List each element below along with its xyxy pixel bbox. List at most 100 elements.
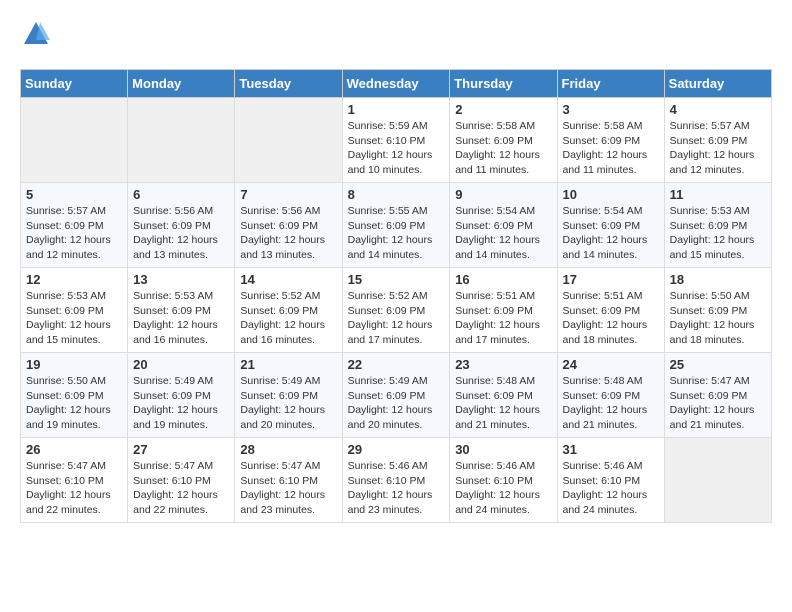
calendar-cell: 8 Sunrise: 5:55 AMSunset: 6:09 PMDaylight… (342, 183, 450, 268)
calendar-cell: 10Sunrise: 5:54 AMSunset: 6:09 PMDayligh… (557, 183, 664, 268)
weekday-label: Friday (557, 70, 664, 98)
calendar-cell: 12Sunrise: 5:53 AMSunset: 6:09 PMDayligh… (21, 268, 128, 353)
day-number: 30 (455, 442, 551, 457)
day-info: Sunrise: 5:57 AMSunset: 6:09 PMDaylight:… (670, 119, 766, 178)
day-number: 8 (348, 187, 445, 202)
calendar-cell: 30Sunrise: 5:46 AMSunset: 6:10 PMDayligh… (450, 438, 557, 523)
day-info: Sunrise: 5:47 AMSunset: 6:10 PMDaylight:… (133, 459, 229, 518)
logo (20, 20, 50, 53)
calendar-cell: 18Sunrise: 5:50 AMSunset: 6:09 PMDayligh… (664, 268, 771, 353)
day-info: Sunrise: 5:53 AMSunset: 6:09 PMDaylight:… (133, 289, 229, 348)
weekday-label: Tuesday (235, 70, 342, 98)
logo-icon (22, 20, 50, 48)
day-number: 25 (670, 357, 766, 372)
calendar-cell: 28 Sunrise: 5:47 AMSunset: 6:10 PMDayligh… (235, 438, 342, 523)
day-info: Sunrise: 5:54 AMSunset: 6:09 PMDaylight:… (455, 204, 551, 263)
day-number: 27 (133, 442, 229, 457)
calendar-week-row: 12Sunrise: 5:53 AMSunset: 6:09 PMDayligh… (21, 268, 772, 353)
calendar-cell: 13 Sunrise: 5:53 AMSunset: 6:09 PMDayligh… (128, 268, 235, 353)
day-number: 7 (240, 187, 336, 202)
calendar-cell: 22 Sunrise: 5:49 AMSunset: 6:09 PMDayligh… (342, 353, 450, 438)
day-info: Sunrise: 5:49 AMSunset: 6:09 PMDaylight:… (348, 374, 445, 433)
calendar-cell: 26Sunrise: 5:47 AMSunset: 6:10 PMDayligh… (21, 438, 128, 523)
day-info: Sunrise: 5:51 AMSunset: 6:09 PMDaylight:… (455, 289, 551, 348)
page-header (20, 20, 772, 53)
calendar-cell: 17Sunrise: 5:51 AMSunset: 6:09 PMDayligh… (557, 268, 664, 353)
day-number: 18 (670, 272, 766, 287)
calendar-cell: 23Sunrise: 5:48 AMSunset: 6:09 PMDayligh… (450, 353, 557, 438)
day-number: 16 (455, 272, 551, 287)
day-number: 9 (455, 187, 551, 202)
day-number: 29 (348, 442, 445, 457)
day-info: Sunrise: 5:52 AMSunset: 6:09 PMDaylight:… (348, 289, 445, 348)
day-info: Sunrise: 5:58 AMSunset: 6:09 PMDaylight:… (455, 119, 551, 178)
day-number: 3 (563, 102, 659, 117)
calendar-cell: 14 Sunrise: 5:52 AMSunset: 6:09 PMDayligh… (235, 268, 342, 353)
day-number: 6 (133, 187, 229, 202)
weekday-header-row: SundayMondayTuesdayWednesdayThursdayFrid… (21, 70, 772, 98)
weekday-label: Sunday (21, 70, 128, 98)
weekday-label: Wednesday (342, 70, 450, 98)
day-info: Sunrise: 5:54 AMSunset: 6:09 PMDaylight:… (563, 204, 659, 263)
day-info: Sunrise: 5:56 AMSunset: 6:09 PMDaylight:… (133, 204, 229, 263)
day-info: Sunrise: 5:53 AMSunset: 6:09 PMDaylight:… (26, 289, 122, 348)
day-number: 21 (240, 357, 336, 372)
day-info: Sunrise: 5:47 AMSunset: 6:10 PMDaylight:… (240, 459, 336, 518)
day-number: 13 (133, 272, 229, 287)
calendar-cell (664, 438, 771, 523)
weekday-label: Thursday (450, 70, 557, 98)
calendar-cell: 16 Sunrise: 5:51 AMSunset: 6:09 PMDayligh… (450, 268, 557, 353)
day-info: Sunrise: 5:46 AMSunset: 6:10 PMDaylight:… (563, 459, 659, 518)
day-number: 1 (348, 102, 445, 117)
day-info: Sunrise: 5:58 AMSunset: 6:09 PMDaylight:… (563, 119, 659, 178)
day-number: 2 (455, 102, 551, 117)
calendar-cell: 6 Sunrise: 5:56 AMSunset: 6:09 PMDaylight… (128, 183, 235, 268)
calendar-cell: 5 Sunrise: 5:57 AMSunset: 6:09 PMDaylight… (21, 183, 128, 268)
day-info: Sunrise: 5:56 AMSunset: 6:09 PMDaylight:… (240, 204, 336, 263)
day-info: Sunrise: 5:47 AMSunset: 6:10 PMDaylight:… (26, 459, 122, 518)
weekday-label: Monday (128, 70, 235, 98)
day-info: Sunrise: 5:52 AMSunset: 6:09 PMDaylight:… (240, 289, 336, 348)
day-info: Sunrise: 5:55 AMSunset: 6:09 PMDaylight:… (348, 204, 445, 263)
calendar-cell: 31 Sunrise: 5:46 AMSunset: 6:10 PMDayligh… (557, 438, 664, 523)
calendar-cell: 4Sunrise: 5:57 AMSunset: 6:09 PMDaylight… (664, 98, 771, 183)
calendar-cell: 7 Sunrise: 5:56 AMSunset: 6:09 PMDaylight… (235, 183, 342, 268)
day-number: 11 (670, 187, 766, 202)
day-info: Sunrise: 5:46 AMSunset: 6:10 PMDaylight:… (348, 459, 445, 518)
calendar-week-row: 1 Sunrise: 5:59 AMSunset: 6:10 PMDaylight… (21, 98, 772, 183)
day-info: Sunrise: 5:48 AMSunset: 6:09 PMDaylight:… (563, 374, 659, 433)
day-info: Sunrise: 5:49 AMSunset: 6:09 PMDaylight:… (240, 374, 336, 433)
calendar-week-row: 5 Sunrise: 5:57 AMSunset: 6:09 PMDaylight… (21, 183, 772, 268)
calendar-week-row: 19 Sunrise: 5:50 AMSunset: 6:09 PMDayligh… (21, 353, 772, 438)
day-number: 20 (133, 357, 229, 372)
day-number: 19 (26, 357, 122, 372)
calendar-cell: 20 Sunrise: 5:49 AMSunset: 6:09 PMDayligh… (128, 353, 235, 438)
day-info: Sunrise: 5:57 AMSunset: 6:09 PMDaylight:… (26, 204, 122, 263)
calendar-cell (128, 98, 235, 183)
calendar-cell (21, 98, 128, 183)
day-number: 17 (563, 272, 659, 287)
day-number: 31 (563, 442, 659, 457)
calendar-cell: 29 Sunrise: 5:46 AMSunset: 6:10 PMDayligh… (342, 438, 450, 523)
calendar-table: SundayMondayTuesdayWednesdayThursdayFrid… (20, 69, 772, 523)
calendar-cell: 1 Sunrise: 5:59 AMSunset: 6:10 PMDaylight… (342, 98, 450, 183)
day-info: Sunrise: 5:47 AMSunset: 6:09 PMDaylight:… (670, 374, 766, 433)
calendar-body: 1 Sunrise: 5:59 AMSunset: 6:10 PMDaylight… (21, 98, 772, 523)
day-number: 24 (563, 357, 659, 372)
day-number: 22 (348, 357, 445, 372)
day-number: 28 (240, 442, 336, 457)
calendar-cell: 24 Sunrise: 5:48 AMSunset: 6:09 PMDayligh… (557, 353, 664, 438)
day-info: Sunrise: 5:50 AMSunset: 6:09 PMDaylight:… (26, 374, 122, 433)
calendar-cell: 3 Sunrise: 5:58 AMSunset: 6:09 PMDaylight… (557, 98, 664, 183)
day-info: Sunrise: 5:49 AMSunset: 6:09 PMDaylight:… (133, 374, 229, 433)
day-info: Sunrise: 5:59 AMSunset: 6:10 PMDaylight:… (348, 119, 445, 178)
weekday-label: Saturday (664, 70, 771, 98)
day-number: 14 (240, 272, 336, 287)
day-number: 23 (455, 357, 551, 372)
calendar-cell: 25 Sunrise: 5:47 AMSunset: 6:09 PMDayligh… (664, 353, 771, 438)
logo-text (20, 20, 50, 53)
calendar-cell: 19 Sunrise: 5:50 AMSunset: 6:09 PMDayligh… (21, 353, 128, 438)
day-number: 15 (348, 272, 445, 287)
calendar-cell: 2 Sunrise: 5:58 AMSunset: 6:09 PMDaylight… (450, 98, 557, 183)
day-number: 5 (26, 187, 122, 202)
